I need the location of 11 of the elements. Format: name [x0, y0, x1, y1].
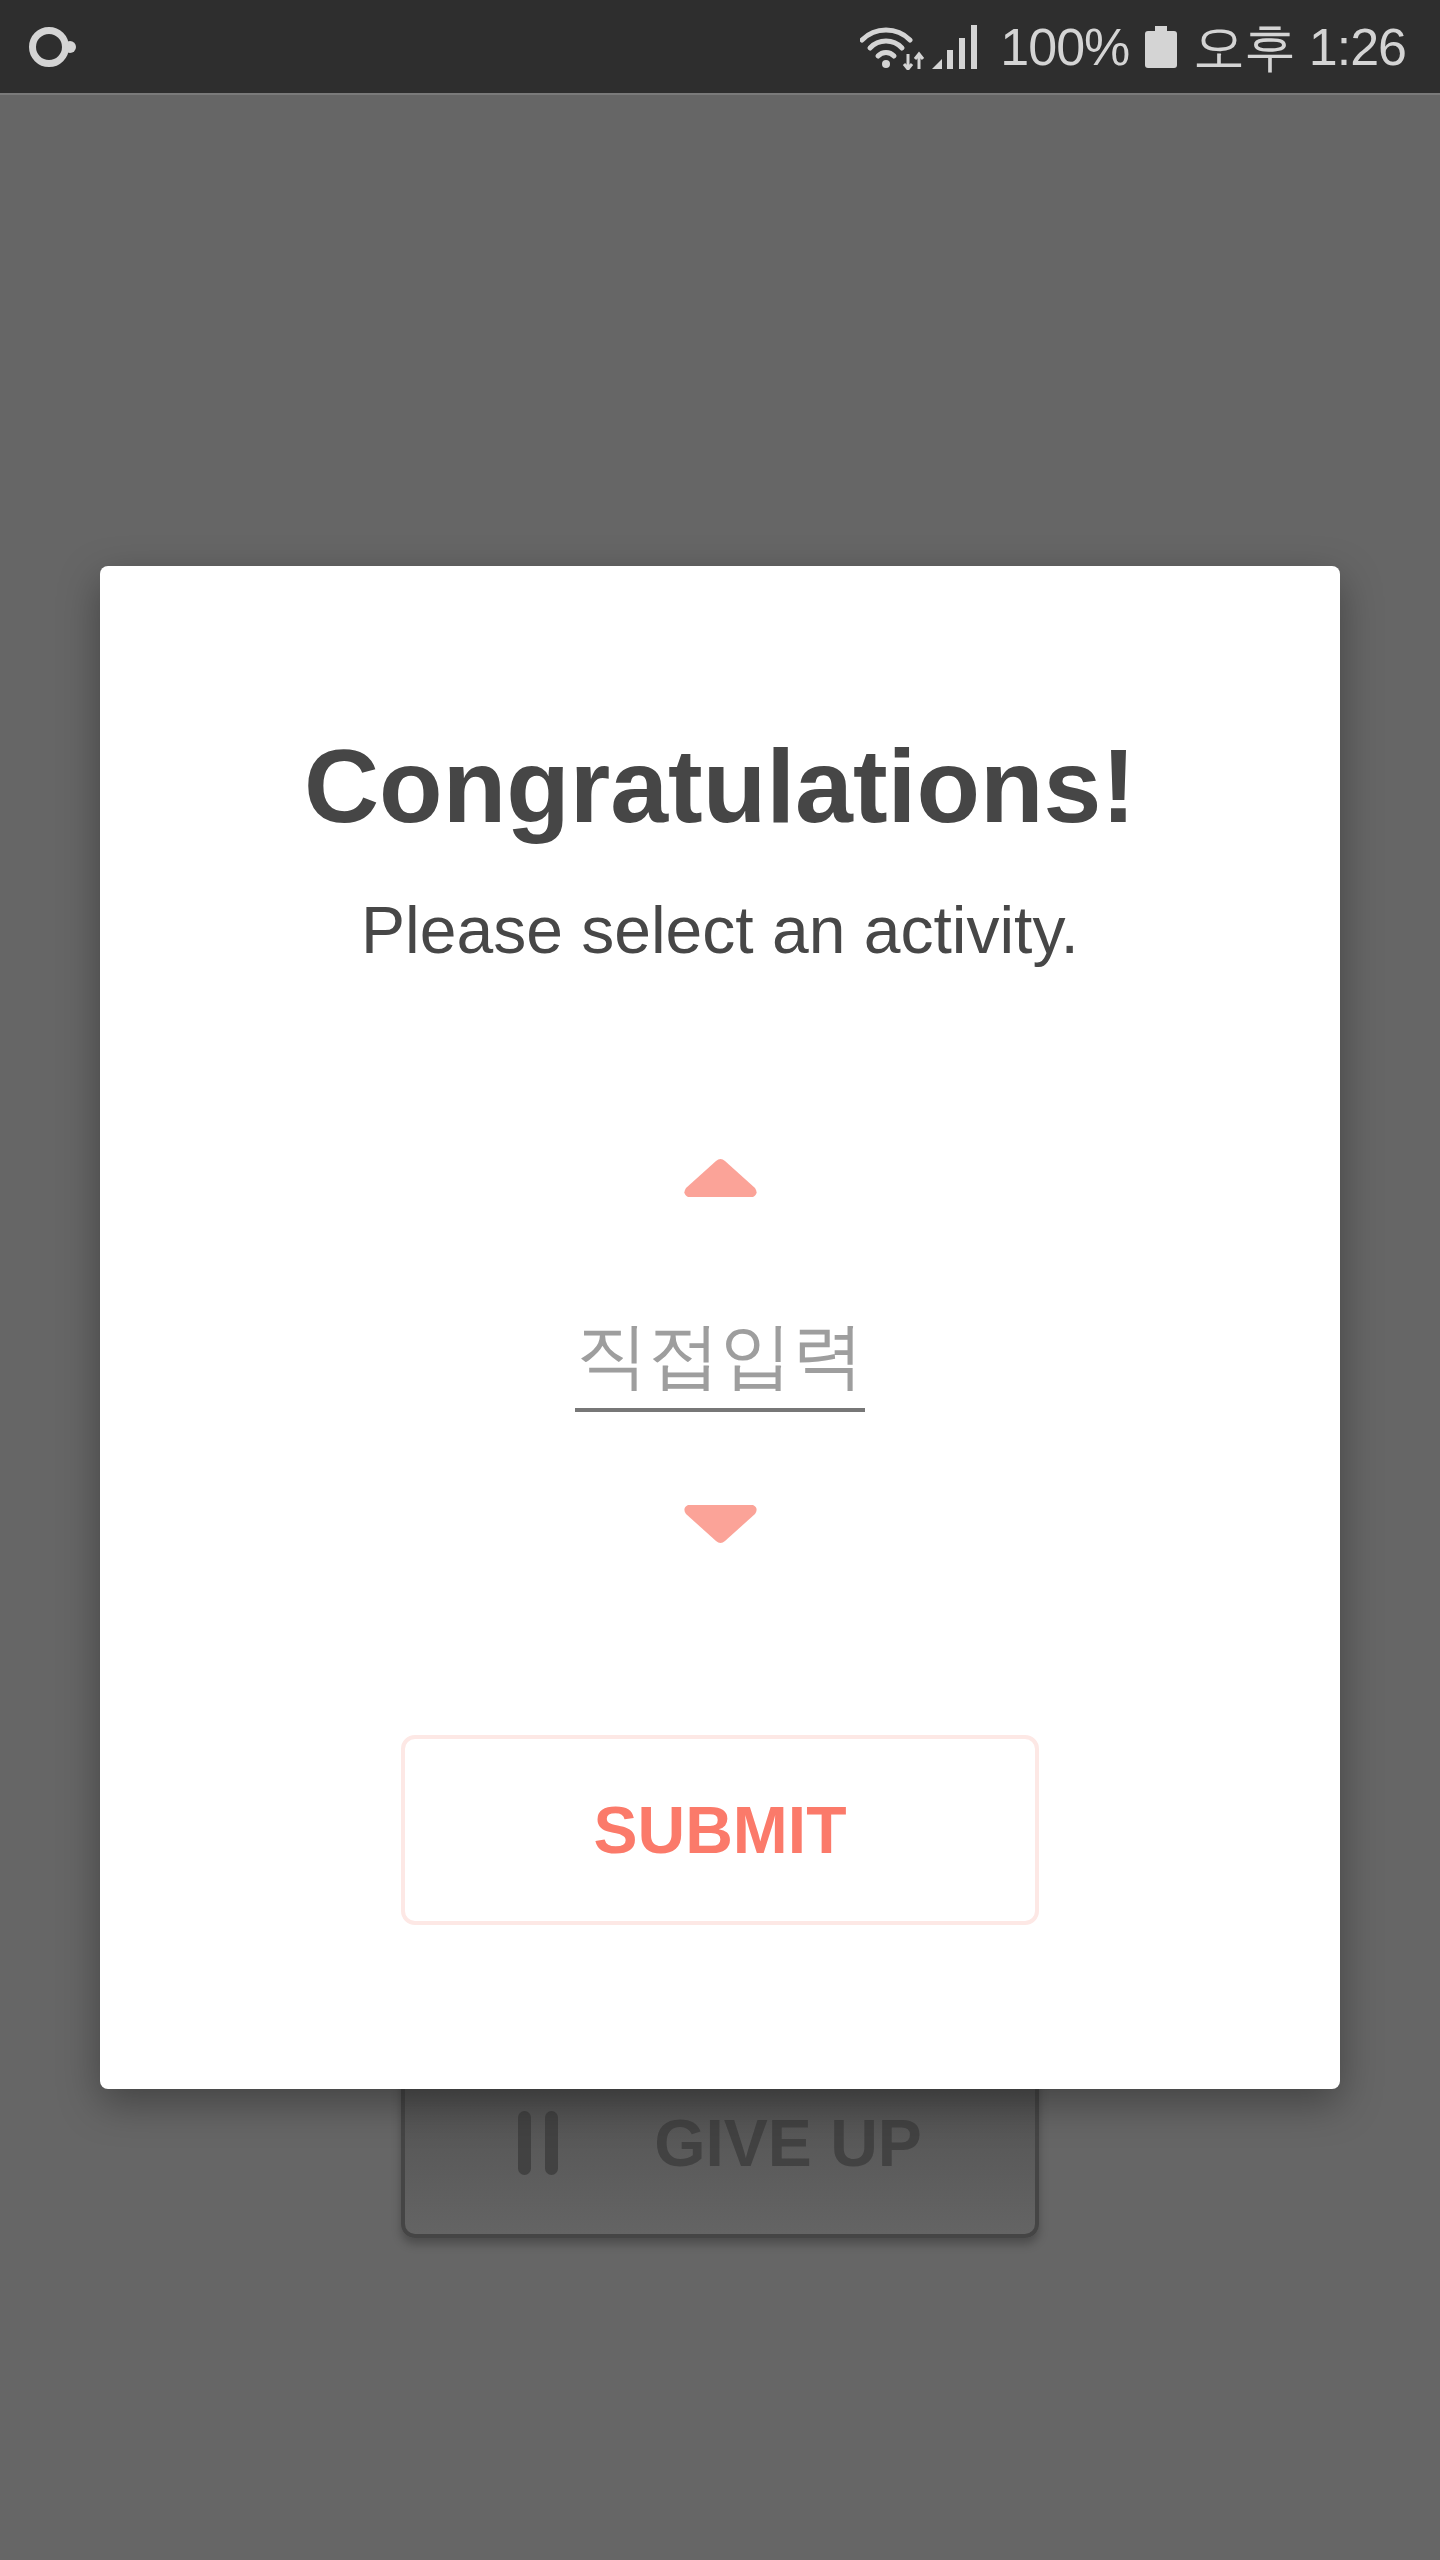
dialog-subtitle: Please select an activity. — [361, 891, 1079, 969]
clock-time: 오후 1:26 — [1193, 16, 1406, 77]
ring-icon — [28, 24, 78, 69]
submit-button[interactable]: SUBMIT — [401, 1735, 1039, 1925]
caret-down-icon[interactable] — [682, 1505, 758, 1544]
activity-input-field[interactable]: 직접입력 — [575, 1302, 865, 1412]
pause-icon — [518, 2111, 559, 2175]
dialog-title: Congratulations! — [304, 727, 1136, 846]
battery-icon — [1145, 25, 1178, 68]
battery-percent: 100% — [1000, 16, 1130, 77]
caret-up-icon[interactable] — [682, 1158, 758, 1197]
